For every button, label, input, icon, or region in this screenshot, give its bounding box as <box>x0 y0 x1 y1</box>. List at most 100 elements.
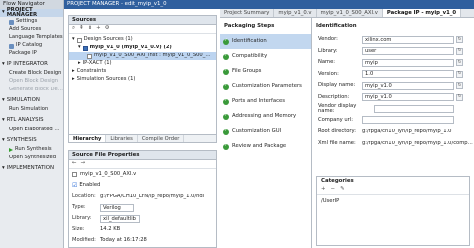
tab-myip-v1-0[interactable]: myip_v1_0.v <box>274 9 317 17</box>
properties-location-row: Location: g:/FPGA/CH10_LYN/ip_repo/myip_… <box>69 191 216 202</box>
type-select[interactable]: Verilog <box>100 203 134 212</box>
folder-icon <box>76 37 82 43</box>
check-icon: ✓ <box>223 53 229 60</box>
properties-enabled-row: ☑ Enabled <box>72 181 101 189</box>
search-icon[interactable]: ⌕ <box>72 25 75 31</box>
check-icon: ✓ <box>223 83 229 90</box>
step-review-package[interactable]: ✓ Review and Package <box>220 139 311 154</box>
tree-design-sources[interactable]: ▾ Design Sources (1) <box>69 36 216 44</box>
tab-libraries[interactable]: Libraries <box>106 135 138 142</box>
nav-section-implementation[interactable]: ▾ IMPLEMENTATION <box>0 165 63 173</box>
verilog-file-icon <box>87 53 92 59</box>
library-row: Library: user ↻ <box>318 47 463 56</box>
tree-sub-module[interactable]: myip_v1_0_S00_AXI_inst : myip_v1_0_S00_A… <box>69 52 216 60</box>
tab-hierarchy[interactable]: Hierarchy <box>69 135 107 142</box>
properties-file-name: myip_v1_0_S00_AXI.v <box>80 170 137 177</box>
nav-item-create-block-design[interactable]: Create Block Design <box>0 69 63 77</box>
properties-library-row: Library: xil_defaultlib <box>69 213 216 224</box>
nav-item-open-block-design[interactable]: Open Block Design <box>0 77 63 85</box>
chevron-down-icon: ▾ <box>2 165 5 172</box>
tab-myip-s00-axi[interactable]: myip_v1_0_S00_AXI.v <box>317 9 383 17</box>
checkbox-checked-icon[interactable]: ☑ <box>72 182 77 189</box>
step-file-groups[interactable]: ✓ File Groups <box>220 64 311 79</box>
company-url-field[interactable] <box>362 116 454 125</box>
library-field[interactable]: xil_defaultlib <box>100 214 140 223</box>
project-manager-title: PROJECT MANAGER - edit_myip_v1_0 <box>67 1 167 7</box>
properties-panel: Source File Properties ← → myip_v1_0_S00… <box>68 150 217 248</box>
sources-panel: Sources ⌕ ⇞ ⇟ + ⚙ ▾ Design Sources (1) ▾… <box>68 15 217 143</box>
refresh-icon[interactable]: ↻ <box>456 59 463 67</box>
nav-item-generate-block-design[interactable]: Generate Block Design <box>0 85 63 93</box>
properties-size: 14.2 KB <box>100 225 121 232</box>
tab-package-ip[interactable]: Package IP - myip_v1_0 <box>382 9 462 17</box>
remove-icon[interactable]: − <box>331 186 336 192</box>
check-icon: ✓ <box>223 98 229 105</box>
collapse-all-icon[interactable]: ⇞ <box>79 25 84 31</box>
editor-tabs: Project Summary myip_v1_0.v myip_v1_0_S0… <box>220 9 474 18</box>
nav-item-open-elaborated-design[interactable]: Open Elaborated Des <box>0 125 63 133</box>
name-field[interactable]: myip <box>362 58 454 67</box>
chevron-down-icon: ▾ <box>2 117 5 124</box>
back-icon[interactable]: ← <box>72 160 77 166</box>
add-icon[interactable]: + <box>321 186 326 192</box>
step-customization-gui[interactable]: ✓ Customization GUI <box>220 124 311 139</box>
refresh-icon[interactable]: ↻ <box>456 70 463 78</box>
tree-constraints[interactable]: ▸ Constraints <box>69 68 216 76</box>
tab-project-summary[interactable]: Project Summary <box>220 9 275 17</box>
nav-section-simulation[interactable]: ▾ SIMULATION <box>0 97 63 105</box>
display-name-field[interactable]: myip_v1.0 <box>362 81 454 90</box>
chevron-down-icon: ▾ <box>78 44 81 51</box>
expand-all-icon[interactable]: ⇟ <box>88 25 93 31</box>
root-directory-row: Root directory: g:/fpga/ch10_lyn/ip_repo… <box>312 126 474 138</box>
properties-size-row: Size: 14.2 KB <box>72 225 121 232</box>
nav-item-run-simulation[interactable]: Run Simulation <box>0 105 63 113</box>
nav-section-project-manager[interactable]: ▾ PROJECT MANAGER <box>0 7 63 18</box>
identification-title: Identification <box>316 23 357 29</box>
nav-section-rtl-analysis[interactable]: ▾ RTL ANALYSIS <box>0 117 63 125</box>
chevron-down-icon: ▾ <box>72 36 75 43</box>
step-compatibility[interactable]: ✓ Compatibility <box>220 49 311 64</box>
add-icon[interactable]: + <box>96 25 101 31</box>
tab-compile-order[interactable]: Compile Order <box>138 135 185 142</box>
properties-title: Source File Properties <box>69 151 216 160</box>
refresh-icon[interactable]: ↻ <box>456 82 463 90</box>
version-field[interactable]: 1.0 <box>362 70 454 79</box>
nav-item-add-sources[interactable]: Add Sources <box>0 25 63 33</box>
nav-section-synthesis[interactable]: ▾ SYNTHESIS <box>0 137 63 145</box>
vendor-display-name-field[interactable] <box>374 104 454 113</box>
nav-item-language-templates[interactable]: Language Templates <box>0 33 63 41</box>
nav-item-ip-catalog[interactable]: IP Catalog <box>0 41 63 49</box>
ip-catalog-icon <box>9 43 14 49</box>
tree-top-module[interactable]: ▾ myip_v1_0 (myip_v1_0.v) (2) <box>69 44 216 52</box>
step-identification[interactable]: ✓ Identification <box>220 34 311 49</box>
forward-icon[interactable]: → <box>81 160 86 166</box>
categories-toolbar: + − ✎ <box>317 186 469 195</box>
nav-item-package-ip[interactable]: Package IP <box>0 49 63 57</box>
vendor-row: Vendor: xilinx.com ↻ <box>318 35 463 44</box>
sources-toolbar: ⌕ ⇞ ⇟ + ⚙ <box>69 25 216 34</box>
tree-simulation-sources[interactable]: ▸ Simulation Sources (1) <box>69 76 216 84</box>
nav-item-open-synthesized-design[interactable]: Open Synthesized <box>0 153 63 161</box>
description-field[interactable]: myip_v1.0 <box>362 93 454 102</box>
settings-icon[interactable]: ⚙ <box>105 25 110 31</box>
refresh-icon[interactable]: ↻ <box>456 47 463 55</box>
step-ports-interfaces[interactable]: ✓ Ports and Interfaces <box>220 94 311 109</box>
properties-modified: Today at 16:17:28 <box>100 236 147 243</box>
chevron-right-icon: ▸ <box>72 76 75 83</box>
category-item[interactable]: /UserIP <box>317 195 469 208</box>
properties-toolbar: ← → <box>69 160 216 169</box>
tree-ipxact[interactable]: ▸ IP-XACT (1) <box>69 60 216 68</box>
chevron-down-icon: ▾ <box>2 97 5 104</box>
nav-item-run-synthesis[interactable]: Run Synthesis <box>0 145 63 153</box>
company-url-row: Company url: <box>312 115 474 127</box>
library-input[interactable]: user <box>362 47 454 56</box>
refresh-icon[interactable]: ↻ <box>456 36 463 44</box>
nav-section-ip-integrator[interactable]: ▾ IP INTEGRATOR <box>0 61 63 69</box>
refresh-icon[interactable]: ↻ <box>456 93 463 101</box>
edit-icon[interactable]: ✎ <box>340 186 345 192</box>
step-addressing-memory[interactable]: ✓ Addressing and Memory <box>220 109 311 124</box>
vendor-field[interactable]: xilinx.com <box>362 35 454 44</box>
name-row: Name: myip ↻ <box>318 58 463 67</box>
step-customization-parameters[interactable]: ✓ Customization Parameters <box>220 79 311 94</box>
project-manager-bar: PROJECT MANAGER - edit_myip_v1_0 <box>64 0 474 9</box>
